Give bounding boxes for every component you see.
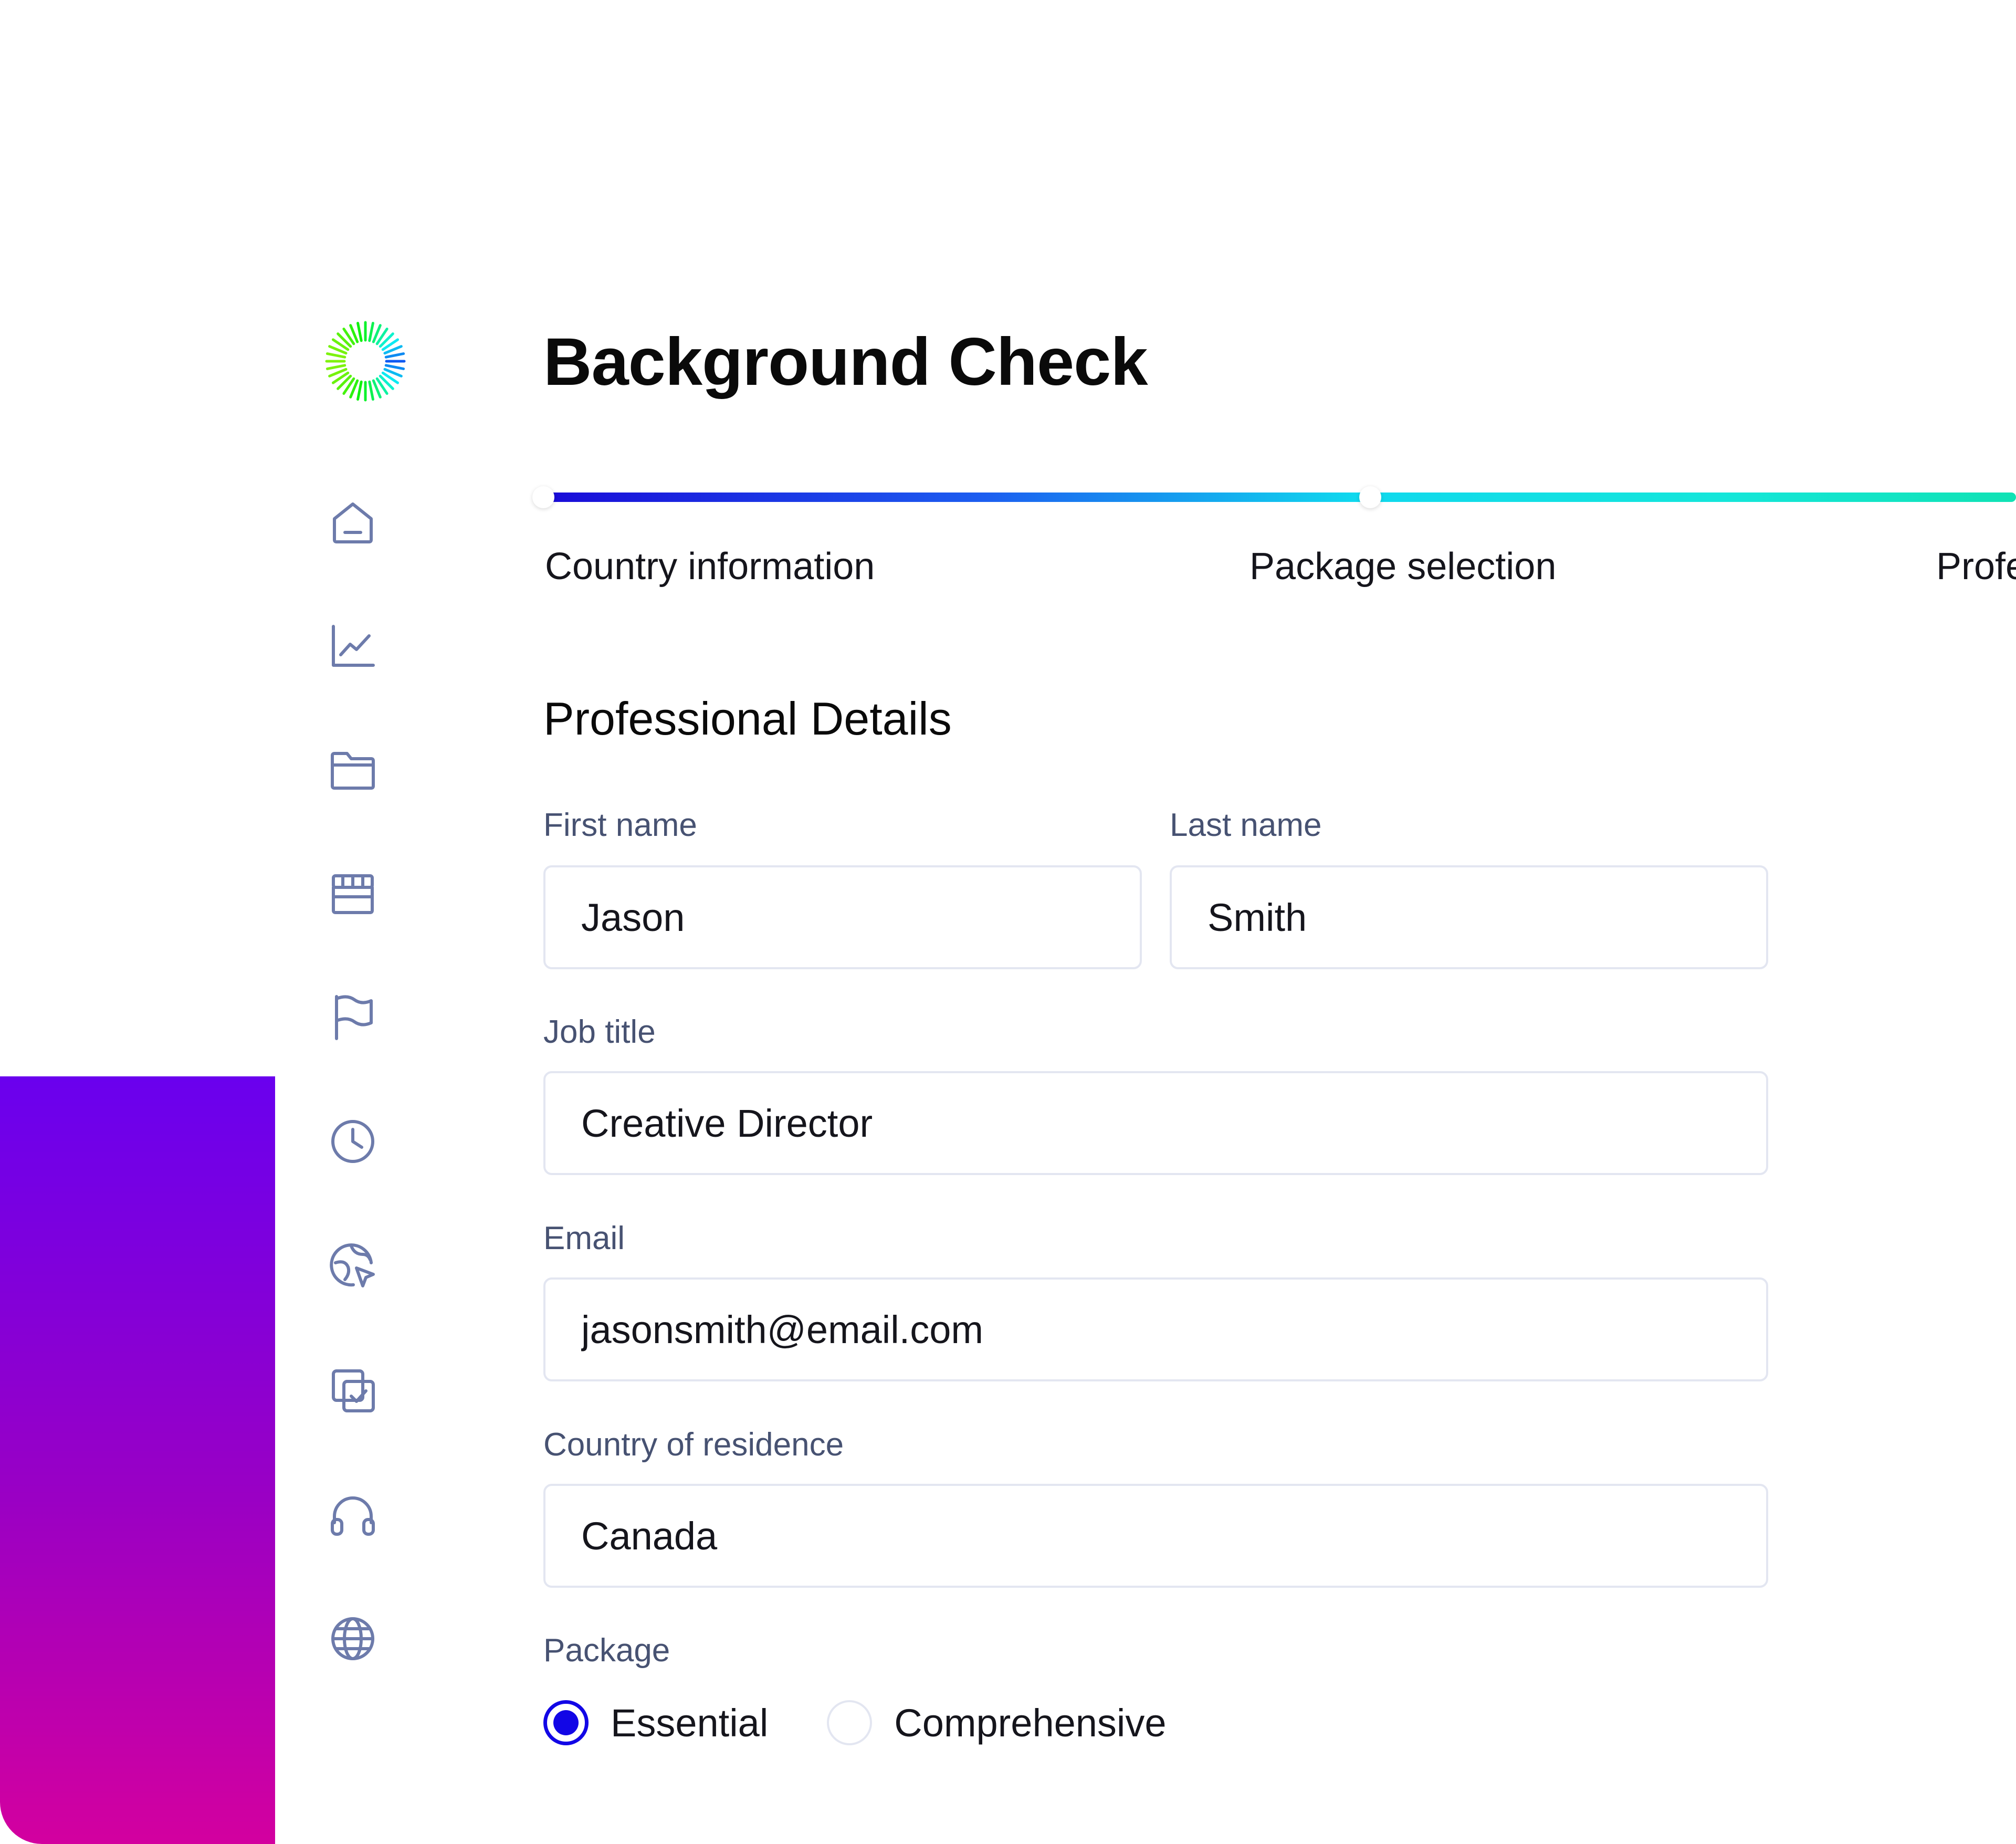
sidebar-item-support[interactable] (319, 1481, 387, 1549)
sidebar-item-global[interactable] (319, 1231, 387, 1300)
last-name-label: Last name (1170, 807, 1322, 843)
section-title: Professional Details (543, 693, 952, 745)
store-icon (332, 874, 374, 914)
step-label-country[interactable]: Country information (545, 545, 875, 588)
headphones-icon (331, 1496, 375, 1536)
email-label: Email (543, 1220, 625, 1256)
first-name-input[interactable] (543, 865, 1142, 969)
page-title: Background Check (543, 324, 1148, 400)
job-title-label: Job title (543, 1014, 656, 1050)
email-input[interactable] (543, 1277, 1768, 1381)
country-label: Country of residence (543, 1427, 844, 1463)
home-icon (333, 502, 373, 543)
job-title-input[interactable] (543, 1071, 1768, 1175)
copy-check-icon (332, 1369, 375, 1412)
chart-icon (332, 625, 375, 667)
clock-icon (331, 1120, 374, 1163)
folder-icon (331, 752, 375, 790)
sidebar-item-tasks[interactable] (319, 1356, 387, 1424)
country-input[interactable] (543, 1484, 1768, 1588)
sidebar-item-history[interactable] (319, 1107, 387, 1176)
sidebar (275, 246, 448, 1844)
sidebar-item-files[interactable] (319, 736, 387, 804)
step-dot-country (532, 486, 554, 508)
sidebar-item-analytics[interactable] (319, 612, 387, 680)
essential-radio-label[interactable]: Essential (611, 1701, 768, 1745)
progress-bar (543, 493, 2016, 502)
flag-icon (335, 995, 373, 1040)
package-radio-group: Essential Comprehensive (543, 1700, 1225, 1745)
globe-icon (331, 1617, 374, 1660)
step-label-package[interactable]: Package selection (1250, 545, 1556, 588)
decorative-gradient-panel (0, 1076, 275, 1844)
globe-cursor-icon (330, 1243, 375, 1287)
package-label: Package (543, 1632, 670, 1669)
logo-icon (323, 319, 407, 403)
sidebar-item-home[interactable] (319, 487, 387, 556)
first-name-label: First name (543, 807, 697, 843)
step-dot-package (1359, 486, 1381, 508)
essential-radio[interactable] (543, 1700, 589, 1745)
sidebar-item-flags[interactable] (319, 983, 387, 1051)
comprehensive-radio-label[interactable]: Comprehensive (894, 1701, 1166, 1745)
sidebar-item-store[interactable] (319, 859, 387, 927)
sidebar-item-language[interactable] (319, 1605, 387, 1673)
step-label-professional[interactable]: Profe (1936, 545, 2016, 588)
comprehensive-radio[interactable] (827, 1700, 873, 1745)
last-name-input[interactable] (1170, 865, 1768, 969)
main-content: Background Check Country information Pac… (446, 246, 2016, 1844)
